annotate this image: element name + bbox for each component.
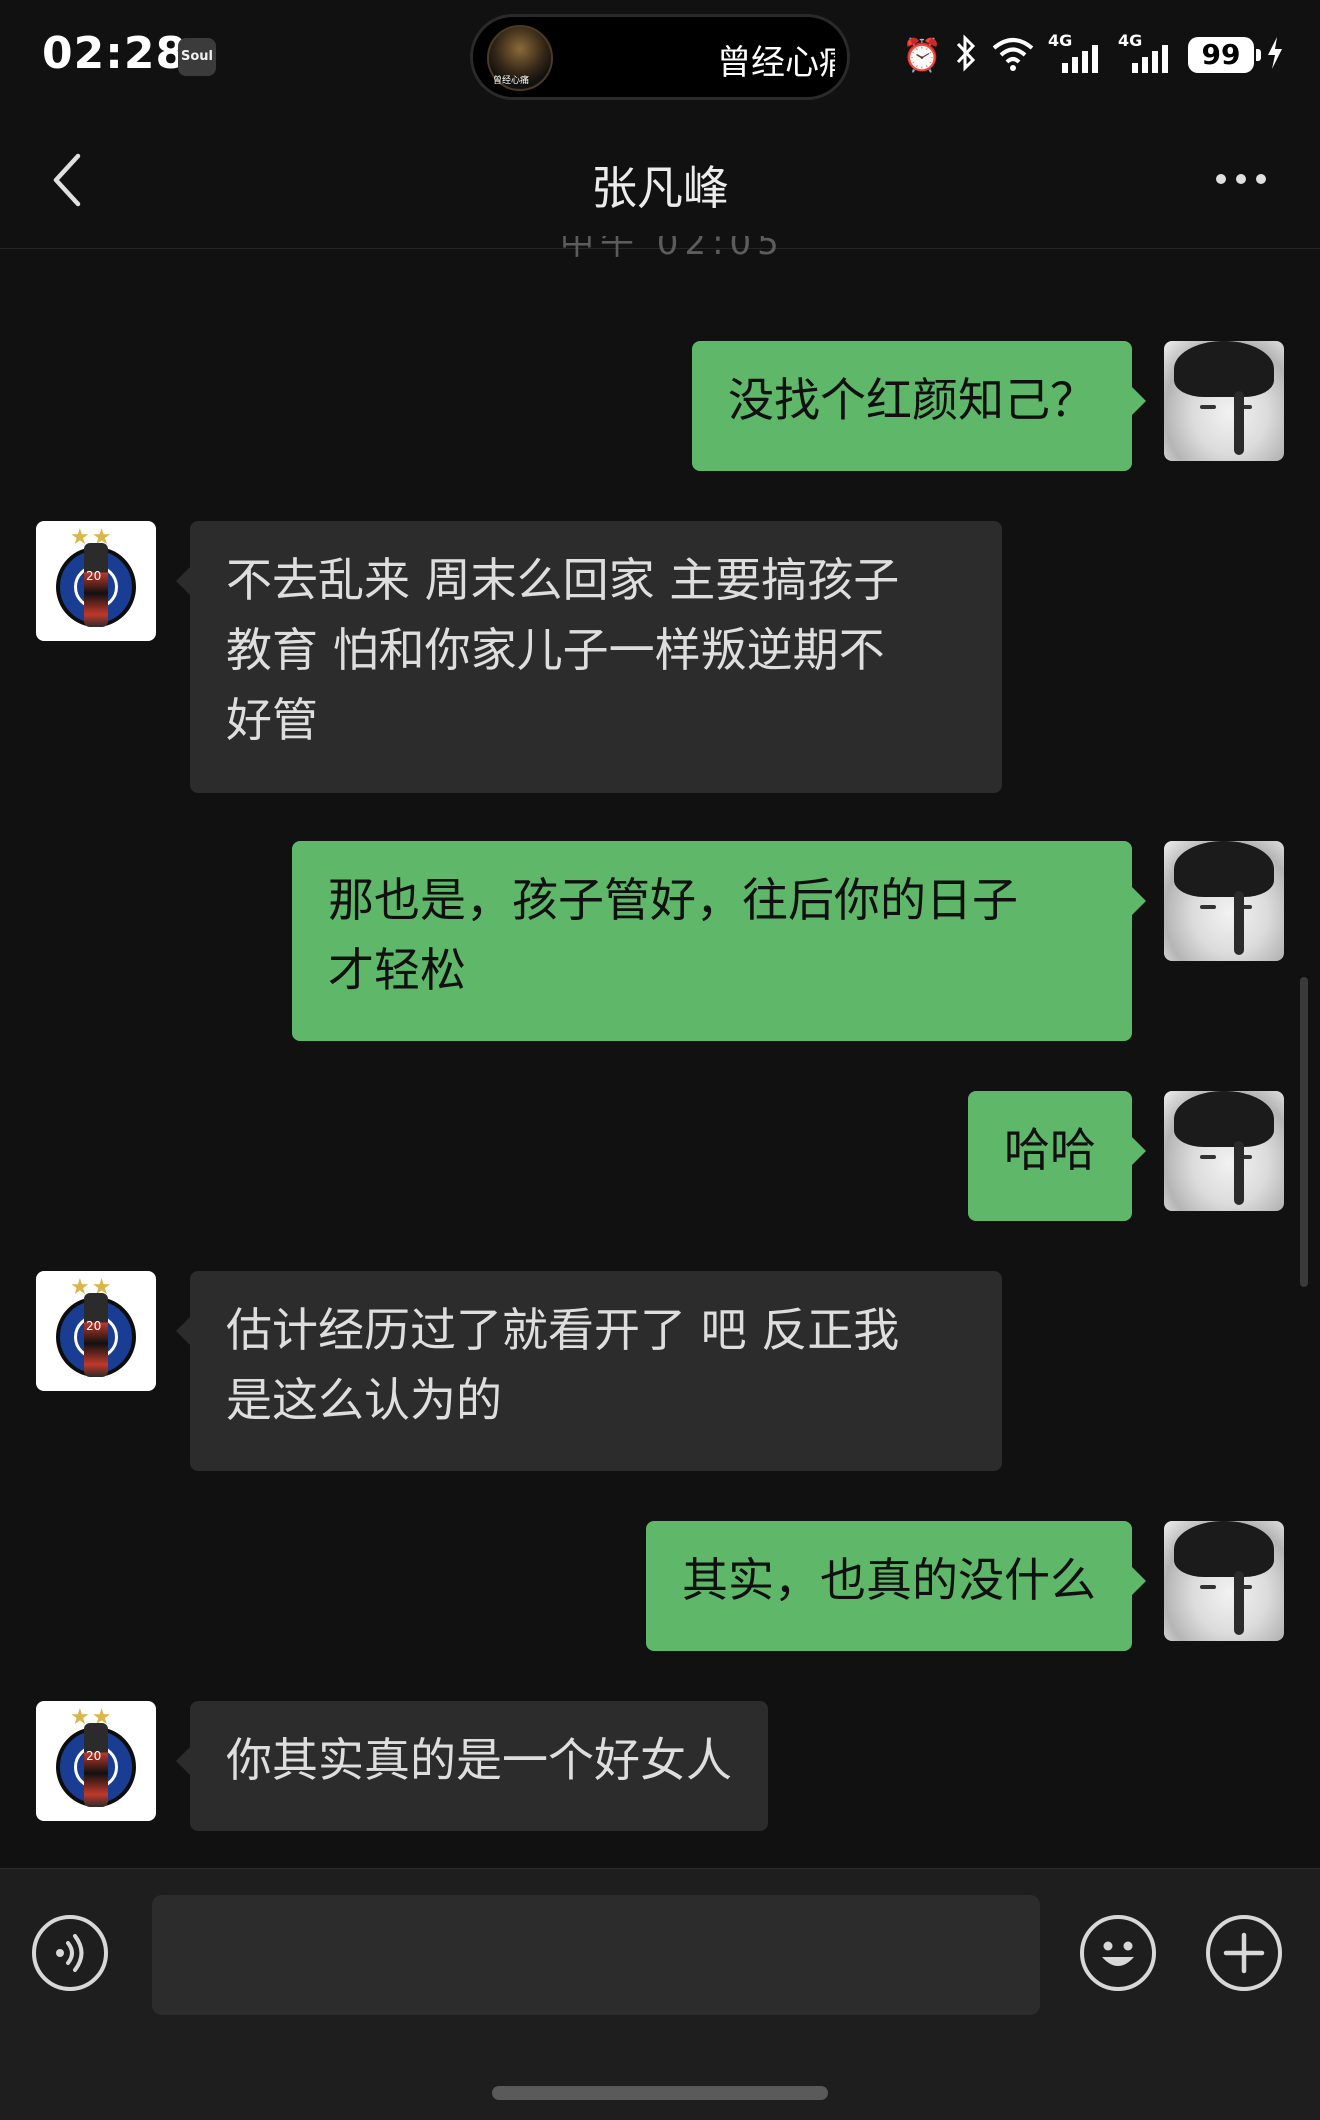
message-text-line: 是这么认为的 [226,1373,502,1427]
voice-button[interactable] [32,1915,108,1991]
message-bubble-incoming[interactable]: 估计经历过了就看开了 吧 反正我 是这么认为的 [176,1271,1002,1471]
message-bubble-outgoing[interactable]: 其实，也真的没什么 [646,1521,1146,1651]
more-functions-button[interactable] [1206,1915,1282,1991]
emoji-button[interactable] [1080,1915,1156,1991]
plus-icon [1223,1932,1265,1974]
my-avatar[interactable] [1164,1521,1284,1641]
more-dots-icon [1216,174,1226,184]
cellular-signal-icon: 4G [1048,31,1106,75]
battery-icon: 99 [1188,37,1261,73]
message-text-line: 教育 怕和你家儿子一样叛逆期不 [226,623,885,677]
wifi-icon [990,34,1036,77]
chat-header: 张凡峰 [0,110,1320,249]
voice-icon [56,1934,84,1972]
bluetooth-icon [954,33,978,77]
home-indicator[interactable] [492,2086,828,2100]
message-text: 其实，也真的没什么 [682,1553,1096,1607]
alarm-icon: ⏰ [902,36,942,74]
chat-screen: 02:28 Soul 曾经心痛 曾经心痛 ⏰ 4G 4G 99 [0,0,1320,2120]
message-text: 你其实真的是一个好女人 [226,1733,732,1787]
status-time: 02:28 [42,28,188,79]
soul-app-icon: Soul [178,38,216,76]
message-bubble-outgoing[interactable]: 那也是，孩子管好，往后你的日子 才轻松 [292,841,1146,1041]
message-text-line: 那也是，孩子管好，往后你的日子 [328,873,1018,927]
status-icons: ⏰ 4G 4G 99 [902,30,1284,80]
scrollbar[interactable] [1300,977,1308,1287]
island-avatar-caption: 曾经心痛 [493,76,530,86]
chat-title[interactable]: 张凡峰 [0,152,1320,218]
message-text: 没找个红颜知己？ [728,373,1096,427]
my-avatar[interactable] [1164,841,1284,961]
emoji-icon [1102,1941,1134,1966]
input-bar [0,1868,1320,2120]
message-text-line: 好管 [226,693,318,747]
more-button[interactable] [1216,174,1266,184]
my-avatar[interactable] [1164,1091,1284,1211]
dynamic-island[interactable]: 曾经心痛 曾经心痛 [470,14,850,100]
status-bar: 02:28 Soul 曾经心痛 曾经心痛 ⏰ 4G 4G 99 [0,0,1320,110]
island-text: 曾经心痛 [717,43,835,83]
message-bubble-incoming[interactable]: 不去乱来 周末么回家 主要搞孩子 教育 怕和你家儿子一样叛逆期不 好管 [176,521,1002,793]
message-bubble-incoming[interactable]: 你其实真的是一个好女人 [176,1701,768,1831]
message-text-line: 才轻松 [328,943,466,997]
message-text: 哈哈 [1004,1123,1096,1177]
contact-avatar[interactable]: ★★ 20 [36,1271,156,1391]
message-list[interactable]: 没找个红颜知己？ ★★ 20 不去乱来 周末么回家 主要搞孩子 教育 怕和你家儿子… [0,249,1320,1869]
message-bubble-outgoing[interactable]: 哈哈 [968,1091,1146,1221]
message-bubble-outgoing[interactable]: 没找个红颜知己？ [692,341,1146,471]
message-text-line: 不去乱来 周末么回家 主要搞孩子 [226,553,900,607]
message-input[interactable] [152,1895,1040,2015]
message-text-line: 估计经历过了就看开了 吧 反正我 [226,1303,900,1357]
contact-avatar[interactable]: ★★ 20 [36,521,156,641]
my-avatar[interactable] [1164,341,1284,461]
charging-icon [1266,36,1284,75]
cellular-signal-icon-2: 4G [1118,31,1176,75]
contact-avatar[interactable]: ★★ 20 [36,1701,156,1821]
